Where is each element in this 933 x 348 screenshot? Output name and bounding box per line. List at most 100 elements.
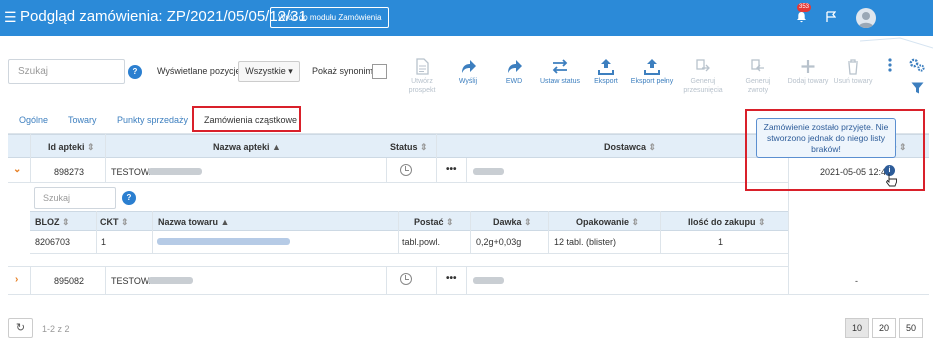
flag-icon[interactable] (826, 11, 836, 22)
full-export-button[interactable]: Eksport pełny (629, 58, 675, 86)
redacted-text (148, 168, 202, 175)
notification-badge: 353 (797, 3, 812, 12)
sort-icon: ⇕ (631, 217, 640, 227)
ewd-button[interactable]: EWD (491, 58, 537, 86)
column-bloz[interactable]: BLOZ ⇕ (35, 217, 70, 228)
export-button[interactable]: Eksport (583, 58, 629, 86)
column-package-label: Opakowanie (576, 217, 630, 227)
divider (105, 266, 106, 294)
positions-select[interactable]: Wszystkie ▾ (238, 61, 300, 82)
create-prospect-label: Utwórz prospekt (408, 78, 436, 94)
redacted-text (473, 168, 504, 175)
page-size-10[interactable]: 10 (845, 318, 869, 338)
synonyms-checkbox[interactable] (372, 64, 387, 79)
divider (466, 158, 467, 182)
package-value: 12 tabl. (blister) (554, 237, 617, 247)
page-size-20[interactable]: 20 (872, 318, 896, 338)
column-product-name-label: Nazwa towaru (158, 217, 219, 227)
column-product-name[interactable]: Nazwa towaru ▲ (158, 217, 229, 227)
divider (386, 158, 387, 182)
active-tab-highlight (192, 106, 301, 132)
caret-down-icon: ▾ (288, 66, 293, 76)
redacted-product-name[interactable] (157, 238, 290, 245)
add-items-button[interactable]: Dodaj towary (785, 58, 831, 86)
column-status[interactable]: Status ⇕ (390, 142, 428, 153)
add-items-label: Dodaj towary (787, 78, 829, 85)
column-pharmacy-name[interactable]: Nazwa apteki ▲ (213, 142, 281, 152)
sort-icon: ⇕ (420, 142, 428, 152)
page-size-50[interactable]: 50 (899, 318, 923, 338)
menu-icon[interactable]: ☰ (4, 9, 17, 26)
sort-icon: ⇕ (524, 217, 532, 227)
filter-icon[interactable] (911, 82, 924, 94)
divider (386, 266, 387, 294)
column-supplier-label: Dostawca (604, 142, 647, 152)
send-label: Wyślij (458, 78, 478, 85)
chevron-down-icon[interactable]: ⌄ (13, 164, 21, 175)
refresh-button[interactable]: ↻ (8, 318, 33, 338)
divider (30, 253, 788, 254)
tab-items[interactable]: Towary (68, 115, 97, 125)
subtable-help-icon[interactable]: ? (122, 191, 136, 205)
column-pharmacy-id[interactable]: Id apteki ⇕ (48, 142, 95, 153)
more-options-icon[interactable] (887, 58, 893, 74)
divider (105, 134, 106, 182)
plus-icon (801, 60, 815, 73)
pharmacy-id: 898273 (54, 167, 85, 177)
divider (398, 211, 399, 253)
column-form[interactable]: Postać ⇕ (414, 217, 454, 228)
tab-general[interactable]: Ogólne (19, 115, 48, 125)
chevron-right-icon[interactable]: › (15, 274, 18, 285)
search-help-icon[interactable]: ? (128, 65, 142, 79)
tab-points-of-sale[interactable]: Punkty sprzedaży (117, 115, 188, 125)
column-supplier[interactable]: Dostawca ⇕ (604, 142, 656, 153)
column-quantity[interactable]: Ilość do zakupu ⇕ (688, 217, 766, 228)
bell-icon[interactable] (796, 11, 807, 23)
row-actions-button[interactable]: ••• (446, 273, 457, 284)
back-to-orders-button[interactable]: Wróć do modułu Zamówienia (270, 7, 390, 28)
remove-items-button[interactable]: Usuń towary (830, 58, 876, 86)
background-decoration (860, 37, 933, 49)
synonyms-label: Pokaż synonimy (312, 66, 378, 76)
generate-returns-button[interactable]: Generuj zwroty (735, 58, 781, 95)
ewd-icon (508, 60, 522, 73)
set-status-label: Ustaw status (539, 78, 581, 85)
top-bar: ☰ Podgląd zamówienia: ZP/2021/05/05/12/3… (0, 0, 933, 36)
column-form-label: Postać (414, 217, 444, 227)
column-dose[interactable]: Dawka ⇕ (493, 217, 532, 228)
column-ckt-label: CKT (100, 217, 119, 227)
send-button[interactable]: Wyślij (445, 58, 491, 86)
column-dose-label: Dawka (493, 217, 522, 227)
row-actions-button[interactable]: ••• (446, 164, 457, 175)
upload-full-icon (644, 59, 660, 75)
generate-shifts-label: Generuj przesunięcia (683, 78, 723, 94)
form-value: tabl.powl. (402, 237, 441, 247)
positions-label: Wyświetlane pozycje (157, 66, 241, 76)
column-pharmacy-id-label: Id apteki (48, 142, 85, 152)
column-ckt[interactable]: CKT ⇕ (100, 217, 129, 228)
remove-items-label: Usuń towary (833, 78, 873, 85)
settings-icon[interactable] (908, 57, 926, 73)
generate-return-icon (751, 59, 764, 72)
column-bloz-label: BLOZ (35, 217, 60, 227)
column-pharmacy-name-label: Nazwa apteki (213, 142, 270, 152)
sort-icon: ⇕ (62, 217, 70, 227)
subtable-search-input[interactable] (34, 187, 116, 209)
avatar[interactable] (856, 8, 876, 28)
tooltip-highlight (745, 109, 925, 191)
divider (8, 294, 929, 295)
order-date: - (855, 276, 858, 286)
sort-asc-icon: ▲ (220, 217, 230, 227)
column-package[interactable]: Opakowanie ⇕ (576, 217, 639, 228)
document-icon (416, 58, 429, 75)
sort-icon: ⇕ (758, 217, 766, 227)
pharmacy-id: 895082 (54, 276, 85, 286)
generate-shifts-button[interactable]: Generuj przesunięcia (680, 58, 726, 95)
set-status-button[interactable]: Ustaw status (537, 58, 583, 86)
create-prospect-button[interactable]: Utwórz prospekt (399, 58, 445, 95)
page-title: Podgląd zamówienia: ZP/2021/05/05/12/31 (20, 8, 307, 25)
divider (660, 211, 661, 253)
dose-value: 0,2g+0,03g (476, 237, 522, 247)
pagination-summary: 1-2 z 2 (42, 324, 70, 334)
search-input[interactable] (8, 59, 125, 84)
